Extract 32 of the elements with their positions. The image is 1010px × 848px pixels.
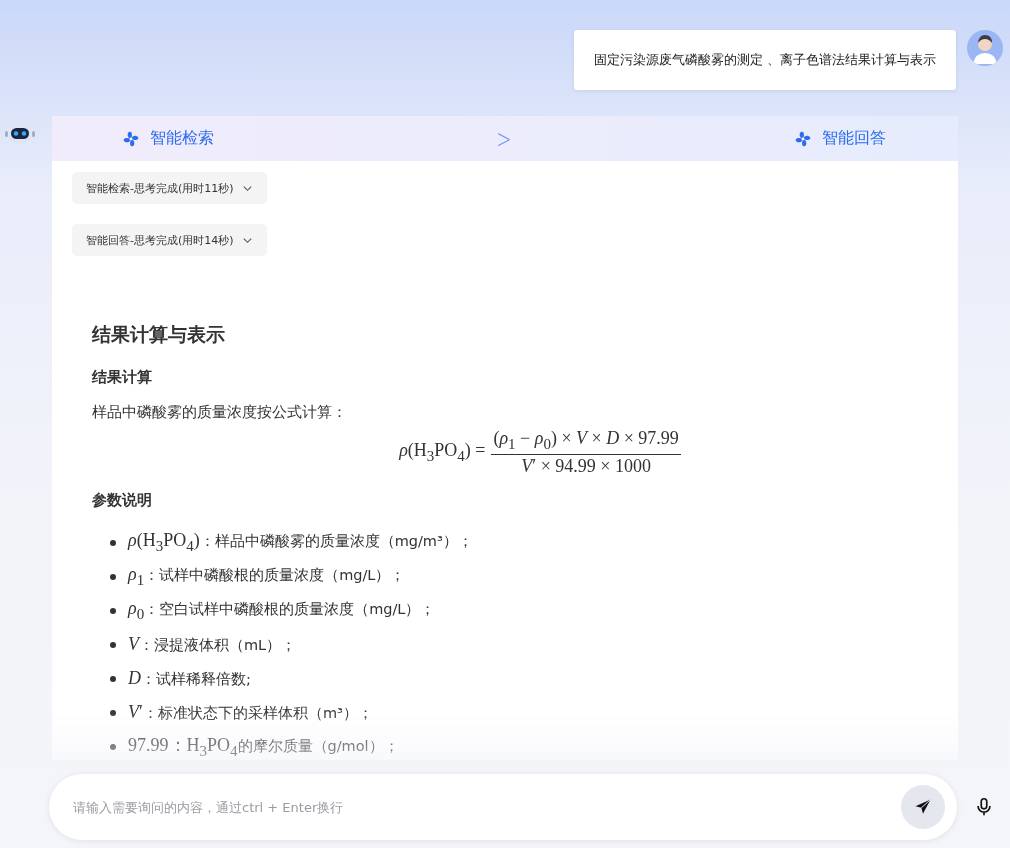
parameter-text: ρ$_{0}$：空白试样中磷酸根的质量浓度（mg/L）； — [128, 598, 436, 623]
bullet-icon — [110, 539, 116, 546]
bullet-icon — [110, 675, 116, 682]
bullet-icon — [110, 641, 116, 648]
thinking-toggle[interactable]: 智能检索-思考完成(用时11秒) — [72, 172, 267, 204]
intro-text: 样品中磷酸雾的质量浓度按公式计算： — [92, 403, 348, 422]
parameter-text: 97.99：H$_{3}$PO$_{4}$的摩尔质量（g/mol）； — [128, 734, 399, 760]
formula-denominator: V′ × 94.99 × 1000 — [521, 454, 652, 477]
user-message: 固定污染源废气磷酸雾的测定 、离子色谱法结果计算与表示 — [573, 30, 956, 90]
parameter-text: D：试样稀释倍数; — [128, 668, 251, 690]
bullet-icon — [110, 709, 116, 716]
step-separator: > — [496, 123, 512, 154]
section-heading: 结果计算 — [92, 368, 153, 387]
step-tab[interactable]: 智能回答 — [794, 128, 886, 149]
answer-heading: 结果计算与表示 — [92, 322, 226, 347]
bullet-icon — [110, 573, 116, 580]
formula-lhs: ρ(H$_{3}$PO$_{4}$) = — [399, 440, 486, 465]
formula-numerator: (ρ$_{1}$ − ρ$_{0}$) × V × D × 97.99 — [491, 428, 681, 455]
message-input[interactable]: 请输入需要询问的内容，通过ctrl + Enter换行 — [71, 798, 901, 816]
parameter-text: ρ$_{1}$：试样中磷酸根的质量浓度（mg/L）； — [128, 564, 406, 589]
send-button[interactable] — [901, 785, 945, 829]
parameter-text: ρ(H$_{3}$PO$_{4}$)：样品中磷酸雾的质量浓度（mg/m³）； — [128, 530, 473, 555]
user-avatar — [967, 30, 1003, 66]
parameter-text: V′：标准状态下的采样体积（m³）； — [128, 702, 373, 724]
fan-icon — [794, 129, 812, 148]
step-tab[interactable]: 智能检索 — [122, 128, 214, 149]
bullet-icon — [110, 607, 116, 614]
fan-icon — [122, 129, 140, 148]
bullet-icon — [110, 743, 116, 750]
thinking-toggle[interactable]: 智能回答-思考完成(用时14秒) — [72, 224, 267, 256]
section-heading: 参数说明 — [92, 490, 153, 510]
parameter-text: V：浸提液体积（mL）； — [128, 634, 297, 656]
